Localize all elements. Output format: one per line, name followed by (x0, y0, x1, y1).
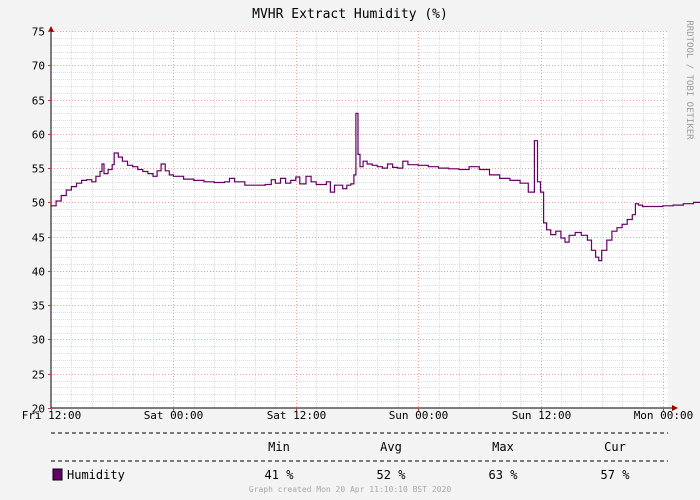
x-tick-label: Mon 00:00 (634, 409, 694, 422)
legend-header-avg: Avg (380, 440, 402, 454)
y-tick-label: 75 (32, 26, 45, 39)
y-tick-label: 40 (32, 266, 45, 279)
rrdtool-credit: RRDTOOL / TOBI OETIKER (684, 20, 694, 140)
x-tick-label: Sun 00:00 (389, 409, 449, 422)
y-tick-label: 50 (32, 197, 45, 210)
y-tick-label: 65 (32, 95, 45, 108)
x-tick-label: Sun 12:00 (512, 409, 572, 422)
legend-series-name: Humidity (67, 468, 125, 482)
x-tick-label: Sat 00:00 (144, 409, 204, 422)
chart-title: MVHR Extract Humidity (%) (252, 7, 448, 22)
legend-value-avg: 52 % (377, 468, 407, 482)
graph-created-footer: Graph created Mon 20 Apr 11:10:10 BST 20… (249, 485, 451, 494)
y-tick-label: 35 (32, 300, 45, 313)
legend-value-cur: 57 % (601, 468, 631, 482)
y-tick-label: 45 (32, 232, 45, 245)
legend-header-cur: Cur (604, 440, 626, 454)
legend-swatch-humidity (52, 468, 63, 481)
x-tick-label: Fri 12:00 (22, 409, 82, 422)
plot-area (51, 31, 668, 408)
legend-header-min: Min (268, 440, 290, 454)
legend-header-max: Max (492, 440, 514, 454)
y-tick-label: 70 (32, 60, 45, 73)
x-tick-label: Sat 12:00 (267, 409, 327, 422)
y-tick-label: 30 (32, 334, 45, 347)
legend-value-min: 41 % (265, 468, 295, 482)
y-tick-label: 55 (32, 163, 45, 176)
rrd-graph: MVHR Extract Humidity (%) RRDTOOL / TOBI… (0, 0, 700, 500)
y-tick-label: 60 (32, 129, 45, 142)
y-tick-label: 25 (32, 369, 45, 382)
legend-value-max: 63 % (489, 468, 519, 482)
